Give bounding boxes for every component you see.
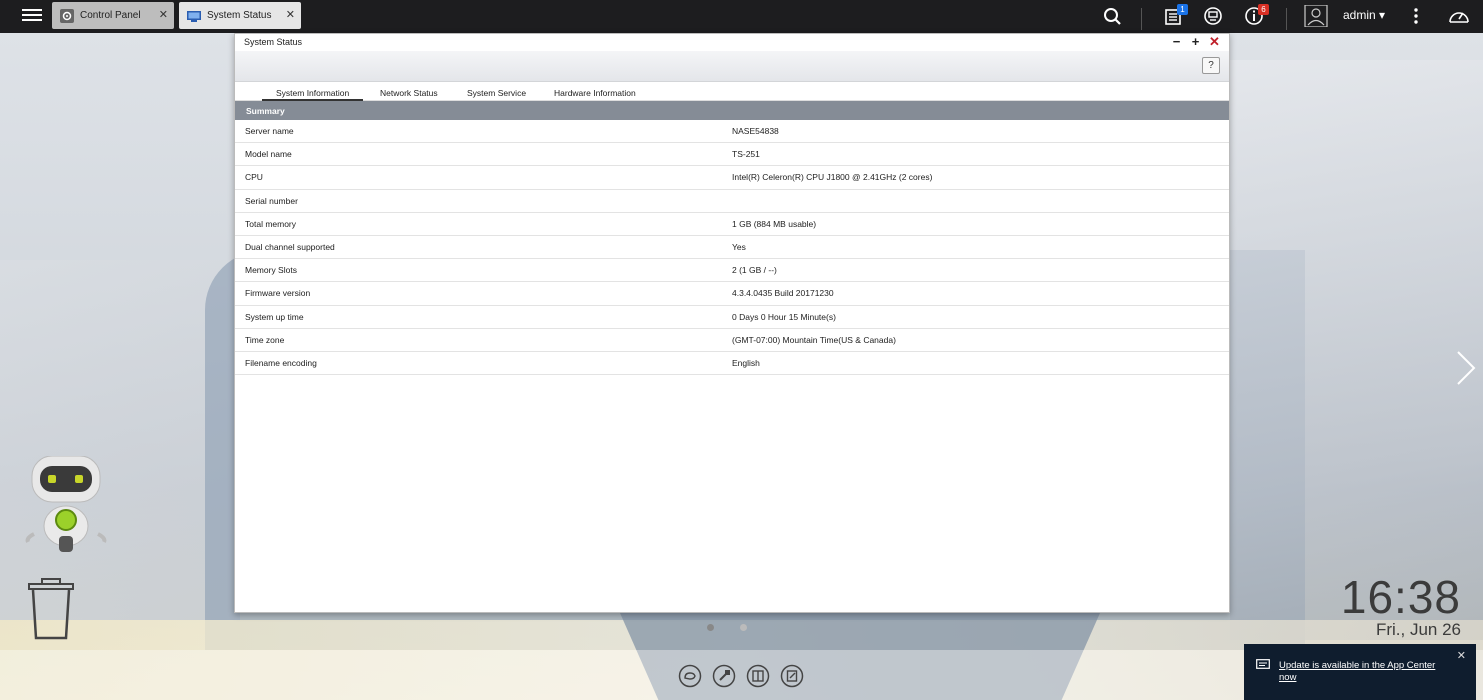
notes-app-icon[interactable] [780,664,804,688]
search-icon[interactable] [1101,5,1125,27]
close-icon[interactable]: ✕ [1208,35,1221,48]
table-row: Dual channel supported Yes [235,236,1229,260]
row-label: Filename encoding [245,357,317,368]
divider [1141,8,1142,30]
main-menu-icon[interactable] [22,6,42,26]
info-icon[interactable]: 6 [1244,4,1269,27]
row-value: NASE54838 [732,126,779,137]
dock [678,664,804,688]
table-row: Serial number [235,190,1229,213]
row-value: 2 (1 GB / --) [732,265,777,276]
row-label: Time zone [245,334,285,345]
row-label: Model name [245,149,292,160]
table-row: Time zone (GMT-07:00) Mountain Time(US & … [235,329,1229,352]
wallpaper-shape [0,260,240,620]
row-label: Serial number [245,195,298,206]
trash-icon[interactable] [28,578,74,640]
row-value: Intel(R) Celeron(R) CPU J1800 @ 2.41GHz … [732,172,933,183]
update-notification: Update is available in the App Center no… [1244,644,1476,700]
row-label: System up time [245,311,304,322]
external-device-icon[interactable] [1201,5,1225,27]
desktop-pager [707,624,747,631]
notifications-badge: 6 [1258,4,1269,15]
more-options-icon[interactable] [1404,5,1428,27]
table-row: System up time 0 Days 0 Hour 15 Minute(s) [235,306,1229,329]
row-label: Memory Slots [245,265,297,276]
table-row: Filename encoding English [235,352,1229,376]
table-row: Total memory 1 GB (884 MB usable) [235,213,1229,236]
divider [1286,8,1287,30]
user-menu[interactable]: admin ▾ [1343,8,1385,22]
tasks-badge: 1 [1177,4,1188,15]
clock-time: 16:38 [1340,571,1461,623]
cloud-app-icon[interactable] [678,664,702,688]
row-value: English [732,357,760,368]
table-row: Memory Slots 2 (1 GB / --) [235,259,1229,283]
tab-system-status[interactable]: System Status ✕ [179,2,301,29]
row-label: Server name [245,126,294,137]
book-app-icon[interactable] [746,664,770,688]
window-title: System Status [244,37,303,47]
page-dot[interactable] [707,624,714,631]
tab-system-information[interactable]: System Information [262,88,364,101]
close-icon[interactable]: ✕ [159,8,168,21]
message-icon [1256,659,1270,669]
window-toolbar: ? [235,51,1229,82]
robot-assistant-icon[interactable] [24,456,108,556]
tab-control-panel[interactable]: Control Panel ✕ [52,2,174,29]
row-value: 0 Days 0 Hour 15 Minute(s) [732,311,836,322]
background-tasks-icon[interactable]: 1 [1163,4,1188,27]
close-icon[interactable]: ✕ [286,8,295,21]
notification-link[interactable]: Update is available in the App Center no… [1279,660,1449,684]
row-label: Total memory [245,218,297,229]
table-row: Server name NASE54838 [235,120,1229,144]
dashboard-gauge-icon[interactable] [1447,5,1471,27]
tools-app-icon[interactable] [712,664,736,688]
gear-icon [60,8,74,23]
row-value: 4.3.4.0435 Build 20171230 [732,288,834,299]
help-button[interactable]: ? [1202,57,1220,74]
tab-label: System Status [207,10,272,21]
row-value: Yes [732,242,746,253]
username: admin [1343,8,1376,22]
table-row: Model name TS-251 [235,143,1229,167]
monitor-icon [187,10,201,22]
chevron-right-icon[interactable] [1454,350,1478,386]
row-label: Dual channel supported [245,242,335,253]
top-taskbar: Control Panel ✕ System Status ✕ 1 6 admi… [0,0,1483,33]
tab-label: Control Panel [80,10,141,21]
wallpaper-shape [1230,60,1483,640]
table-row: Firmware version 4.3.4.0435 Build 2017123… [235,282,1229,306]
section-header: Summary [235,101,1229,120]
maximize-icon[interactable]: + [1189,35,1202,48]
row-value: TS-251 [732,149,760,160]
tab-network-status[interactable]: Network Status [380,88,438,98]
desktop-clock: 16:38 Fri., Jun 26 [1341,570,1461,640]
row-label: Firmware version [245,288,311,299]
window-tabs: System Information Network Status System… [235,82,1229,101]
avatar[interactable] [1304,5,1328,27]
info-table: Server name NASE54838 Model name TS-251 CP… [235,120,1229,376]
window-titlebar[interactable]: System Status − + ✕ [235,34,1229,51]
row-value: (GMT-07:00) Mountain Time(US & Canada) [732,334,896,345]
tab-hardware-information[interactable]: Hardware Information [554,88,636,98]
minimize-icon[interactable]: − [1170,35,1183,48]
tab-system-service[interactable]: System Service [467,88,526,98]
page-dot[interactable] [740,624,747,631]
row-label: CPU [245,172,263,183]
row-value: 1 GB (884 MB usable) [732,218,817,229]
close-icon[interactable]: ✕ [1457,649,1466,662]
system-status-window: System Status − + ✕ ? System Information… [234,33,1230,613]
table-row: CPU Intel(R) Celeron(R) CPU J1800 @ 2.41G… [235,166,1229,190]
